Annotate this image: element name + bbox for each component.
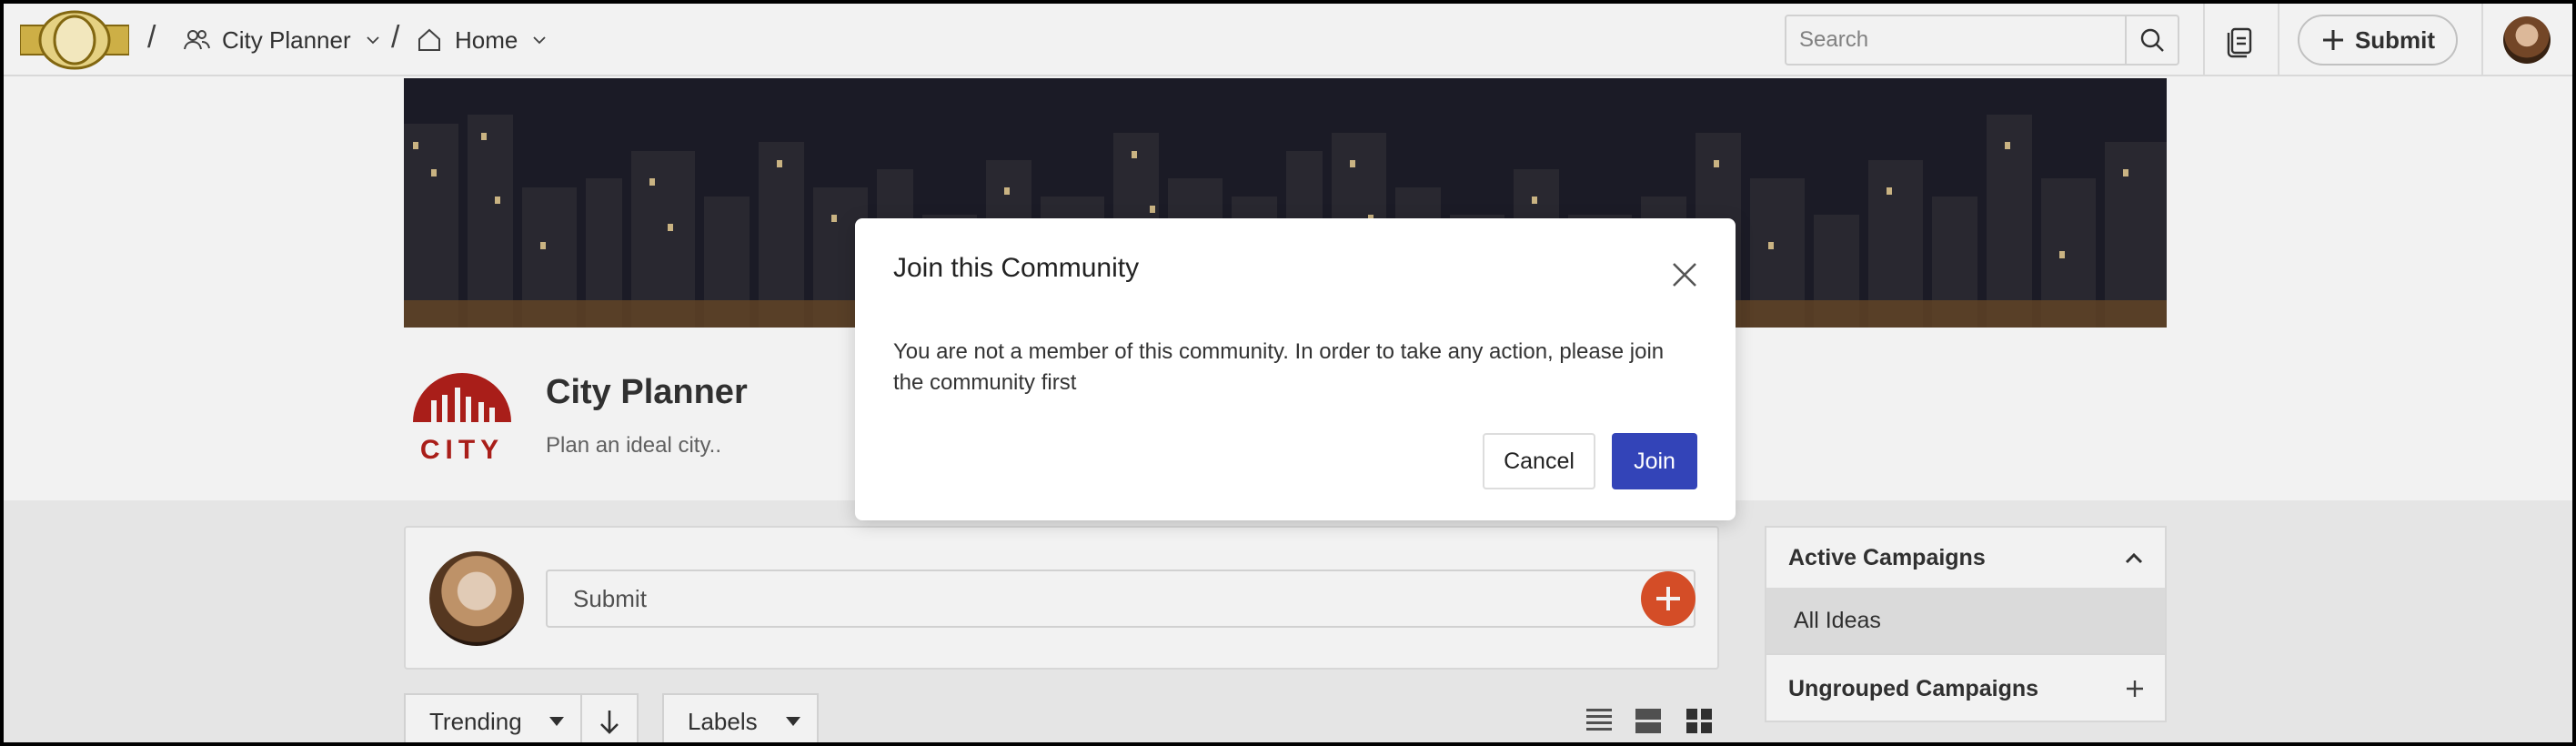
dialog-title: Join this Community [893, 253, 1140, 283]
join-button[interactable]: Join [1612, 433, 1697, 489]
close-icon[interactable] [1668, 258, 1701, 291]
cancel-button[interactable]: Cancel [1483, 433, 1595, 489]
join-community-dialog: Join this Community You are not a member… [855, 218, 1736, 520]
app-window: / City Planner / Home Search Submit CITY… [0, 0, 2576, 746]
dialog-message: You are not a member of this community. … [893, 339, 1665, 395]
